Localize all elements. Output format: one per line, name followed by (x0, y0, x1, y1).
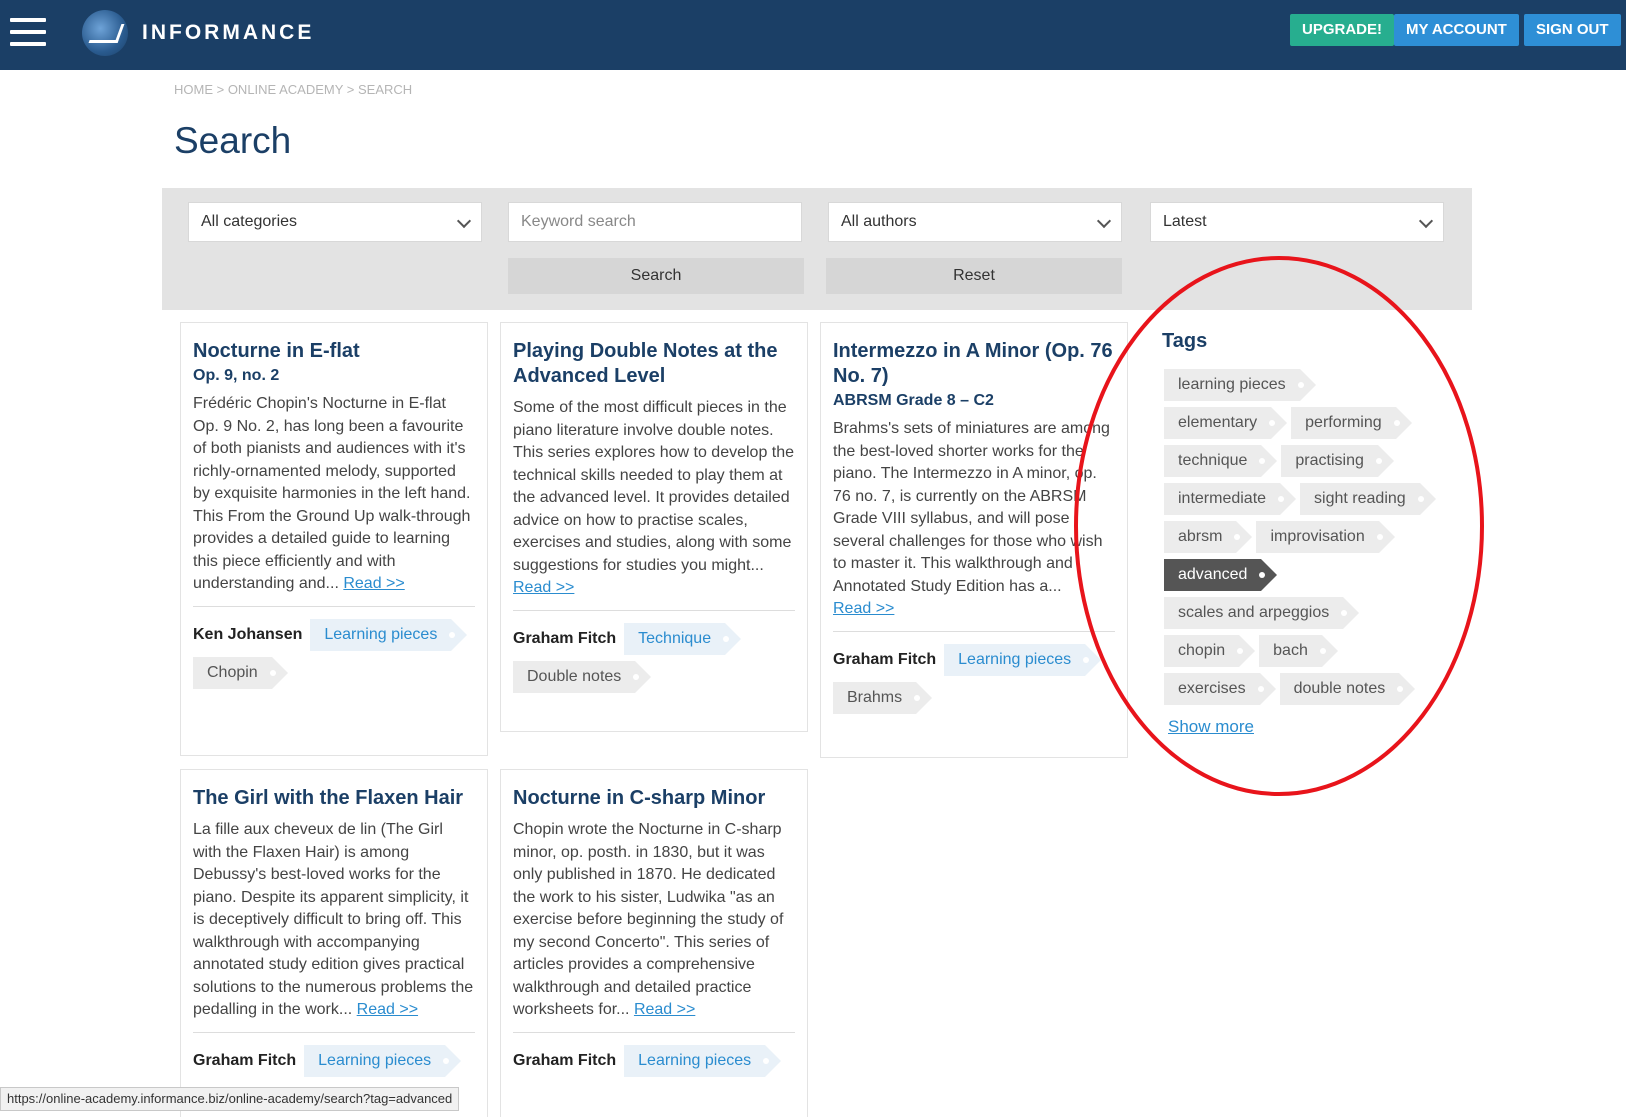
my-account-button[interactable]: MY ACCOUNT (1394, 14, 1519, 46)
content-tag[interactable]: Chopin (193, 656, 288, 689)
read-more-link[interactable]: Read >> (634, 1001, 695, 1018)
brand-name[interactable]: INFORMANCE (142, 21, 314, 45)
card-excerpt: La fille aux cheveux de lin (The Girl wi… (193, 819, 475, 1022)
category-select[interactable]: All categories (188, 202, 482, 242)
card-title[interactable]: Nocturne in E-flat (193, 339, 475, 364)
page-title: Search (174, 120, 292, 161)
article-card: Nocturne in E-flat Op. 9, no. 2 Frédéric… (180, 322, 488, 756)
card-meta: Ken Johansen Learning pieces Chopin (193, 607, 475, 695)
card-meta: Graham Fitch Learning pieces Brahms (833, 632, 1115, 720)
card-author: Ken Johansen (193, 625, 303, 643)
tag-practising[interactable]: practising (1281, 445, 1395, 477)
card-excerpt: Chopin wrote the Nocturne in C-sharp min… (513, 819, 795, 1022)
tag-abrsm[interactable]: abrsm (1164, 521, 1254, 553)
tag-double-notes[interactable]: double notes (1279, 673, 1415, 705)
tag-row: elementary performing (1164, 407, 1464, 445)
tag-technique[interactable]: technique (1164, 445, 1278, 477)
card-excerpt: Frédéric Chopin's Nocturne in E-flat Op.… (193, 393, 475, 596)
card-excerpt: Brahms's sets of miniatures are among th… (833, 418, 1115, 621)
sign-out-button[interactable]: SIGN OUT (1524, 14, 1621, 46)
article-card: Nocturne in C-sharp Minor Chopin wrote t… (500, 769, 808, 1117)
card-excerpt-text: Chopin wrote the Nocturne in C-sharp min… (513, 821, 784, 1018)
article-card: Playing Double Notes at the Advanced Lev… (500, 322, 808, 732)
tag-sight-reading[interactable]: sight reading (1300, 483, 1436, 515)
tag-scales-and-arpeggios[interactable]: scales and arpeggios (1164, 597, 1360, 629)
search-button[interactable]: Search (508, 258, 804, 294)
card-excerpt-text: Some of the most difficult pieces in the… (513, 399, 795, 574)
chevron-down-icon (1418, 213, 1434, 229)
read-more-link[interactable]: Read >> (513, 579, 574, 596)
card-meta: Graham Fitch Technique Double notes (513, 611, 795, 699)
keyword-search-input[interactable]: Keyword search (508, 202, 802, 242)
tag-row: exercises double notes (1164, 673, 1464, 711)
category-tag[interactable]: Technique (624, 622, 742, 655)
category-tag[interactable]: Learning pieces (304, 1044, 462, 1077)
tag-elementary[interactable]: elementary (1164, 407, 1288, 439)
tag-bach[interactable]: bach (1259, 635, 1338, 667)
card-title[interactable]: Intermezzo in A Minor (Op. 76 No. 7) (833, 339, 1115, 389)
tag-row: chopin bach (1164, 635, 1464, 673)
show-more-tags-link[interactable]: Show more (1168, 717, 1254, 737)
chevron-down-icon (456, 213, 472, 229)
tag-row: abrsm improvisation (1164, 521, 1464, 559)
tag-improvisation[interactable]: improvisation (1256, 521, 1396, 553)
tag-row: advanced (1164, 559, 1464, 597)
card-title[interactable]: The Girl with the Flaxen Hair (193, 786, 475, 811)
tag-row: scales and arpeggios (1164, 597, 1464, 635)
tag-intermediate[interactable]: intermediate (1164, 483, 1297, 515)
card-title[interactable]: Playing Double Notes at the Advanced Lev… (513, 339, 795, 389)
card-title[interactable]: Nocturne in C-sharp Minor (513, 786, 795, 811)
card-author: Graham Fitch (513, 629, 617, 647)
content-tag[interactable]: Brahms (833, 681, 933, 714)
card-subtitle: Op. 9, no. 2 (193, 367, 280, 384)
category-tag[interactable]: Learning pieces (624, 1044, 782, 1077)
card-excerpt-text: Brahms's sets of miniatures are among th… (833, 420, 1110, 595)
card-excerpt-text: La fille aux cheveux de lin (The Girl wi… (193, 821, 474, 1018)
card-author: Graham Fitch (193, 1051, 297, 1069)
author-select[interactable]: All authors (828, 202, 1122, 242)
read-more-link[interactable]: Read >> (343, 575, 404, 592)
article-card: Intermezzo in A Minor (Op. 76 No. 7) ABR… (820, 322, 1128, 758)
tag-row: learning pieces (1164, 369, 1464, 407)
tag-cloud: learning pieces elementary performing te… (1164, 369, 1464, 711)
reset-button[interactable]: Reset (826, 258, 1122, 294)
article-card: The Girl with the Flaxen Hair La fille a… (180, 769, 488, 1117)
tag-exercises[interactable]: exercises (1164, 673, 1276, 705)
card-author: Graham Fitch (833, 650, 937, 668)
author-select-value: All authors (841, 213, 917, 230)
tag-performing[interactable]: performing (1291, 407, 1413, 439)
tag-learning-pieces[interactable]: learning pieces (1164, 369, 1316, 401)
tag-row: intermediate sight reading (1164, 483, 1464, 521)
card-excerpt: Some of the most difficult pieces in the… (513, 397, 795, 600)
tags-heading: Tags (1162, 330, 1208, 352)
content-tag[interactable]: Double notes (513, 660, 652, 693)
tag-row: technique practising (1164, 445, 1464, 483)
read-more-link[interactable]: Read >> (833, 600, 894, 617)
chevron-down-icon (1096, 213, 1112, 229)
card-meta: Graham Fitch Learning pieces (513, 1033, 795, 1083)
category-select-value: All categories (201, 213, 298, 230)
top-header: INFORMANCE UPGRADE! MY ACCOUNT SIGN OUT (0, 0, 1626, 70)
sort-select[interactable]: Latest (1150, 202, 1444, 242)
category-tag[interactable]: Learning pieces (310, 618, 468, 651)
tag-chopin[interactable]: chopin (1164, 635, 1256, 667)
breadcrumb[interactable]: HOME > ONLINE ACADEMY > SEARCH (174, 82, 412, 97)
informance-logo-icon[interactable] (82, 10, 128, 56)
card-meta: Graham Fitch Learning pieces (193, 1033, 475, 1083)
keyword-search-placeholder: Keyword search (521, 213, 636, 230)
category-tag[interactable]: Learning pieces (944, 643, 1102, 676)
read-more-link[interactable]: Read >> (357, 1001, 418, 1018)
upgrade-button[interactable]: UPGRADE! (1290, 14, 1395, 46)
tag-advanced-active[interactable]: advanced (1164, 559, 1278, 591)
sort-select-value: Latest (1163, 213, 1207, 230)
browser-status-bar: https://online-academy.informance.biz/on… (0, 1087, 460, 1111)
card-subtitle: ABRSM Grade 8 – C2 (833, 392, 994, 409)
card-author: Graham Fitch (513, 1051, 617, 1069)
hamburger-menu-icon[interactable] (10, 18, 46, 52)
filter-panel: All categories Keyword search All author… (162, 188, 1472, 310)
card-excerpt-text: Frédéric Chopin's Nocturne in E-flat Op.… (193, 395, 471, 592)
